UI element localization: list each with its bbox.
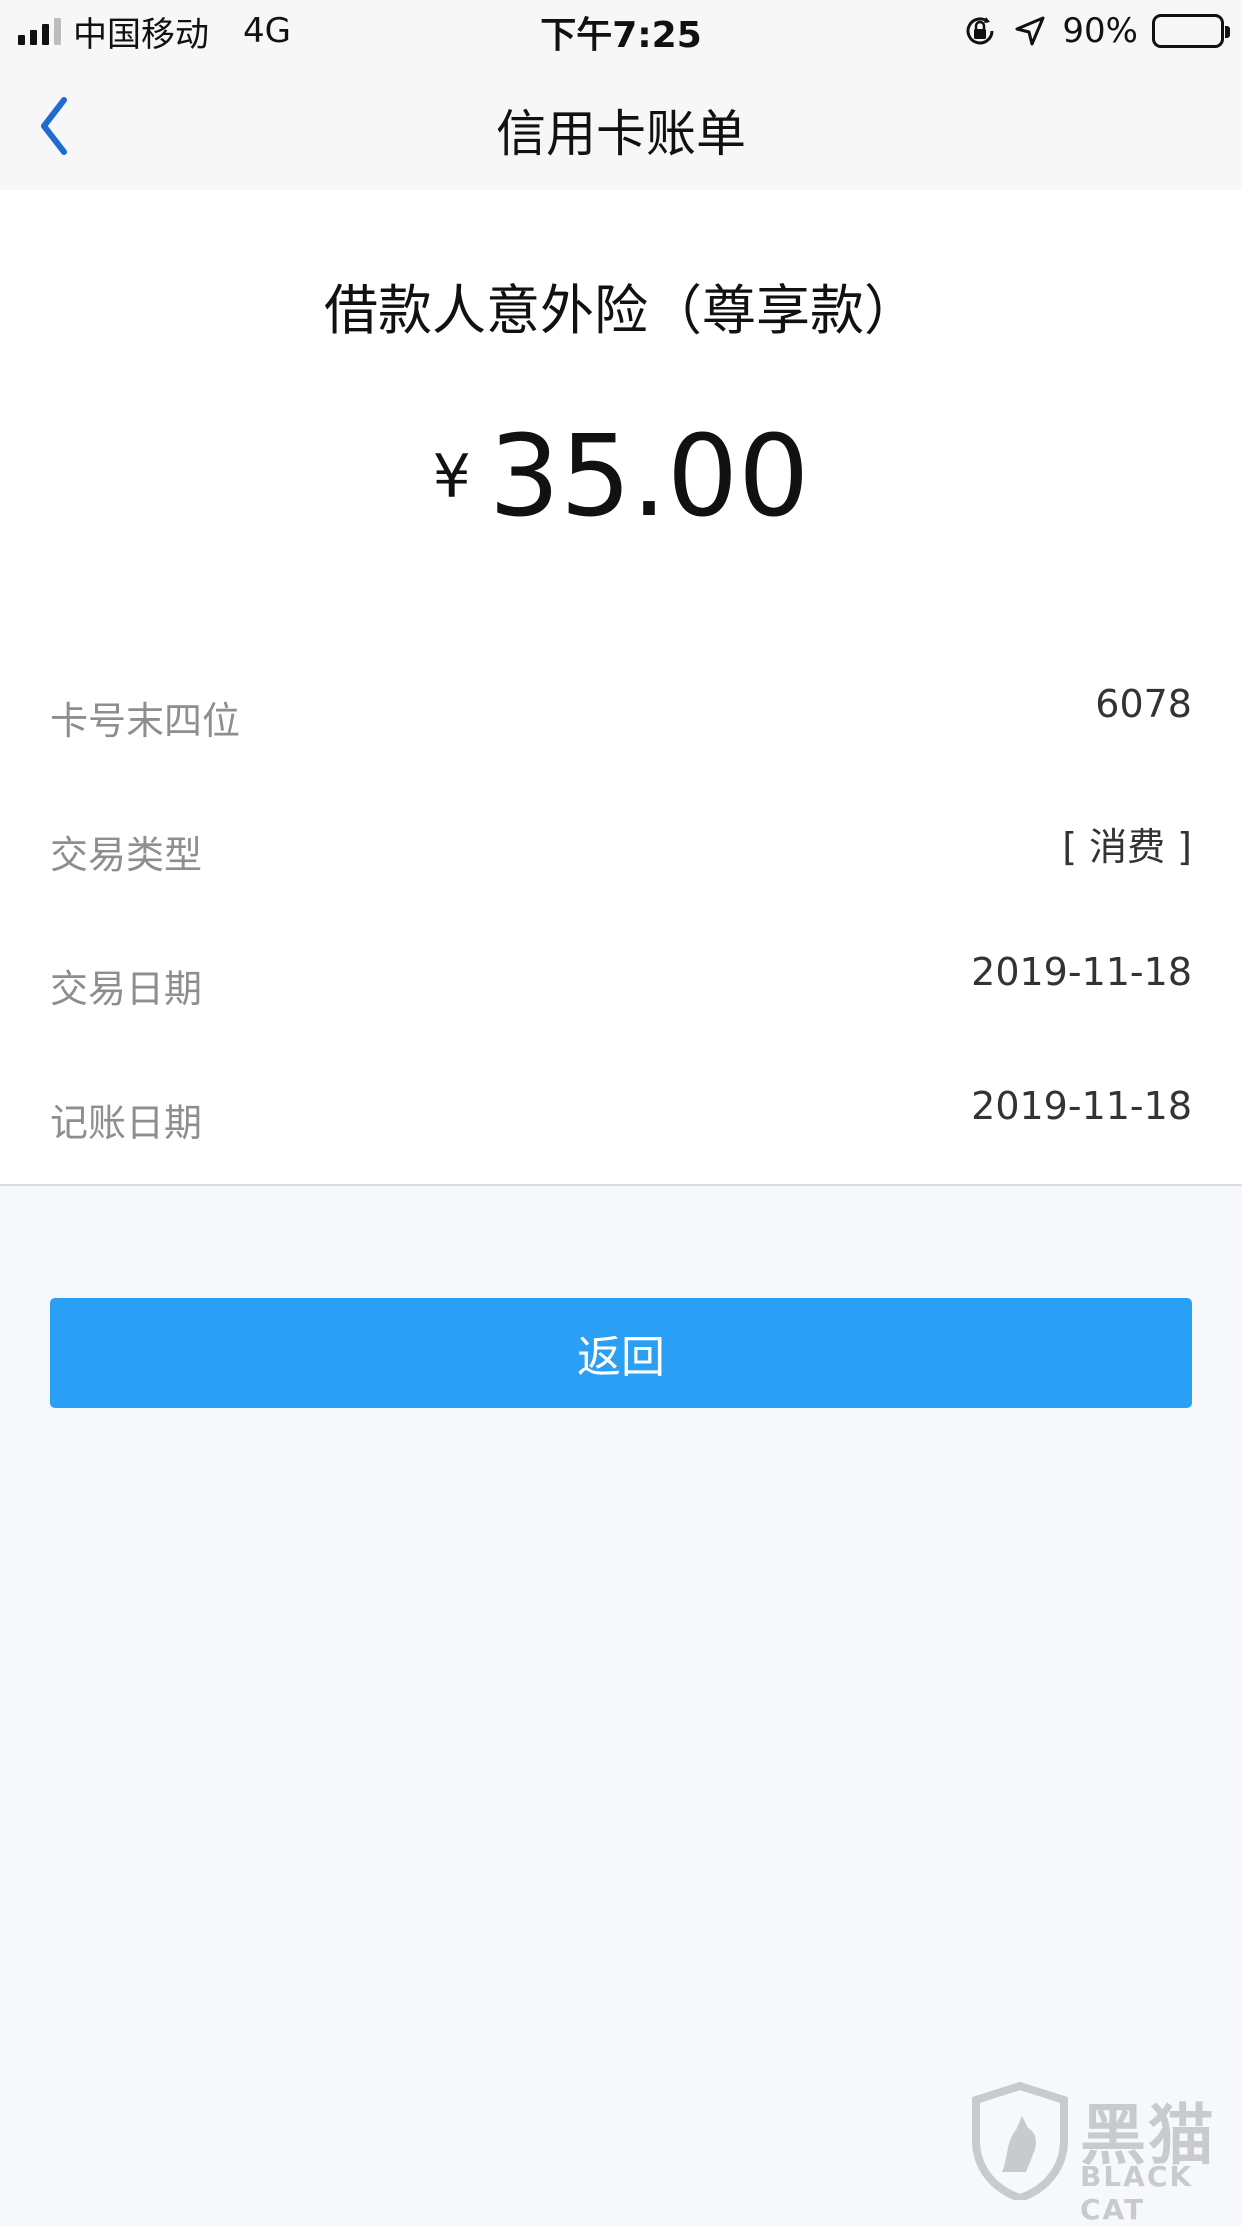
detail-label: 卡号末四位 bbox=[50, 690, 240, 745]
detail-value: 2019-11-18 bbox=[971, 1084, 1192, 1128]
currency-symbol: ¥ bbox=[433, 442, 471, 512]
black-cat-watermark: 黑猫 BLACK CAT bbox=[968, 2082, 1238, 2200]
orientation-lock-icon bbox=[962, 13, 998, 49]
detail-label: 交易日期 bbox=[50, 958, 202, 1013]
detail-value: 2019-11-18 bbox=[971, 950, 1192, 994]
location-arrow-icon bbox=[1012, 13, 1048, 49]
merchant-name: 借款人意外险（尊享款） bbox=[0, 266, 1242, 345]
detail-row-transaction-type: 交易类型 [ 消费 ] bbox=[50, 814, 1192, 884]
amount-value: 35.00 bbox=[489, 412, 810, 542]
detail-row-posting-date: 记账日期 2019-11-18 bbox=[50, 1082, 1192, 1152]
return-button[interactable]: 返回 bbox=[50, 1298, 1192, 1408]
shield-cat-icon bbox=[968, 2082, 1072, 2200]
battery-icon bbox=[1152, 14, 1224, 48]
status-bar: 中国移动 4G 下午7:25 90% bbox=[0, 0, 1242, 62]
detail-value: [ 消费 ] bbox=[1062, 816, 1192, 871]
battery-percent: 90% bbox=[1062, 11, 1138, 51]
detail-row-card-last4: 卡号末四位 6078 bbox=[50, 680, 1192, 750]
nav-bar: 信用卡账单 bbox=[0, 62, 1242, 190]
detail-value: 6078 bbox=[1095, 682, 1192, 726]
transaction-card: 借款人意外险（尊享款） ¥35.00 卡号末四位 6078 交易类型 [ 消费 … bbox=[0, 190, 1242, 1186]
detail-label: 记账日期 bbox=[50, 1092, 202, 1147]
status-right: 90% bbox=[962, 8, 1224, 54]
detail-label: 交易类型 bbox=[50, 824, 202, 879]
detail-row-transaction-date: 交易日期 2019-11-18 bbox=[50, 948, 1192, 1018]
watermark-en: BLACK CAT bbox=[1080, 2160, 1238, 2226]
page-title: 信用卡账单 bbox=[0, 94, 1242, 166]
amount-row: ¥35.00 bbox=[0, 412, 1242, 542]
